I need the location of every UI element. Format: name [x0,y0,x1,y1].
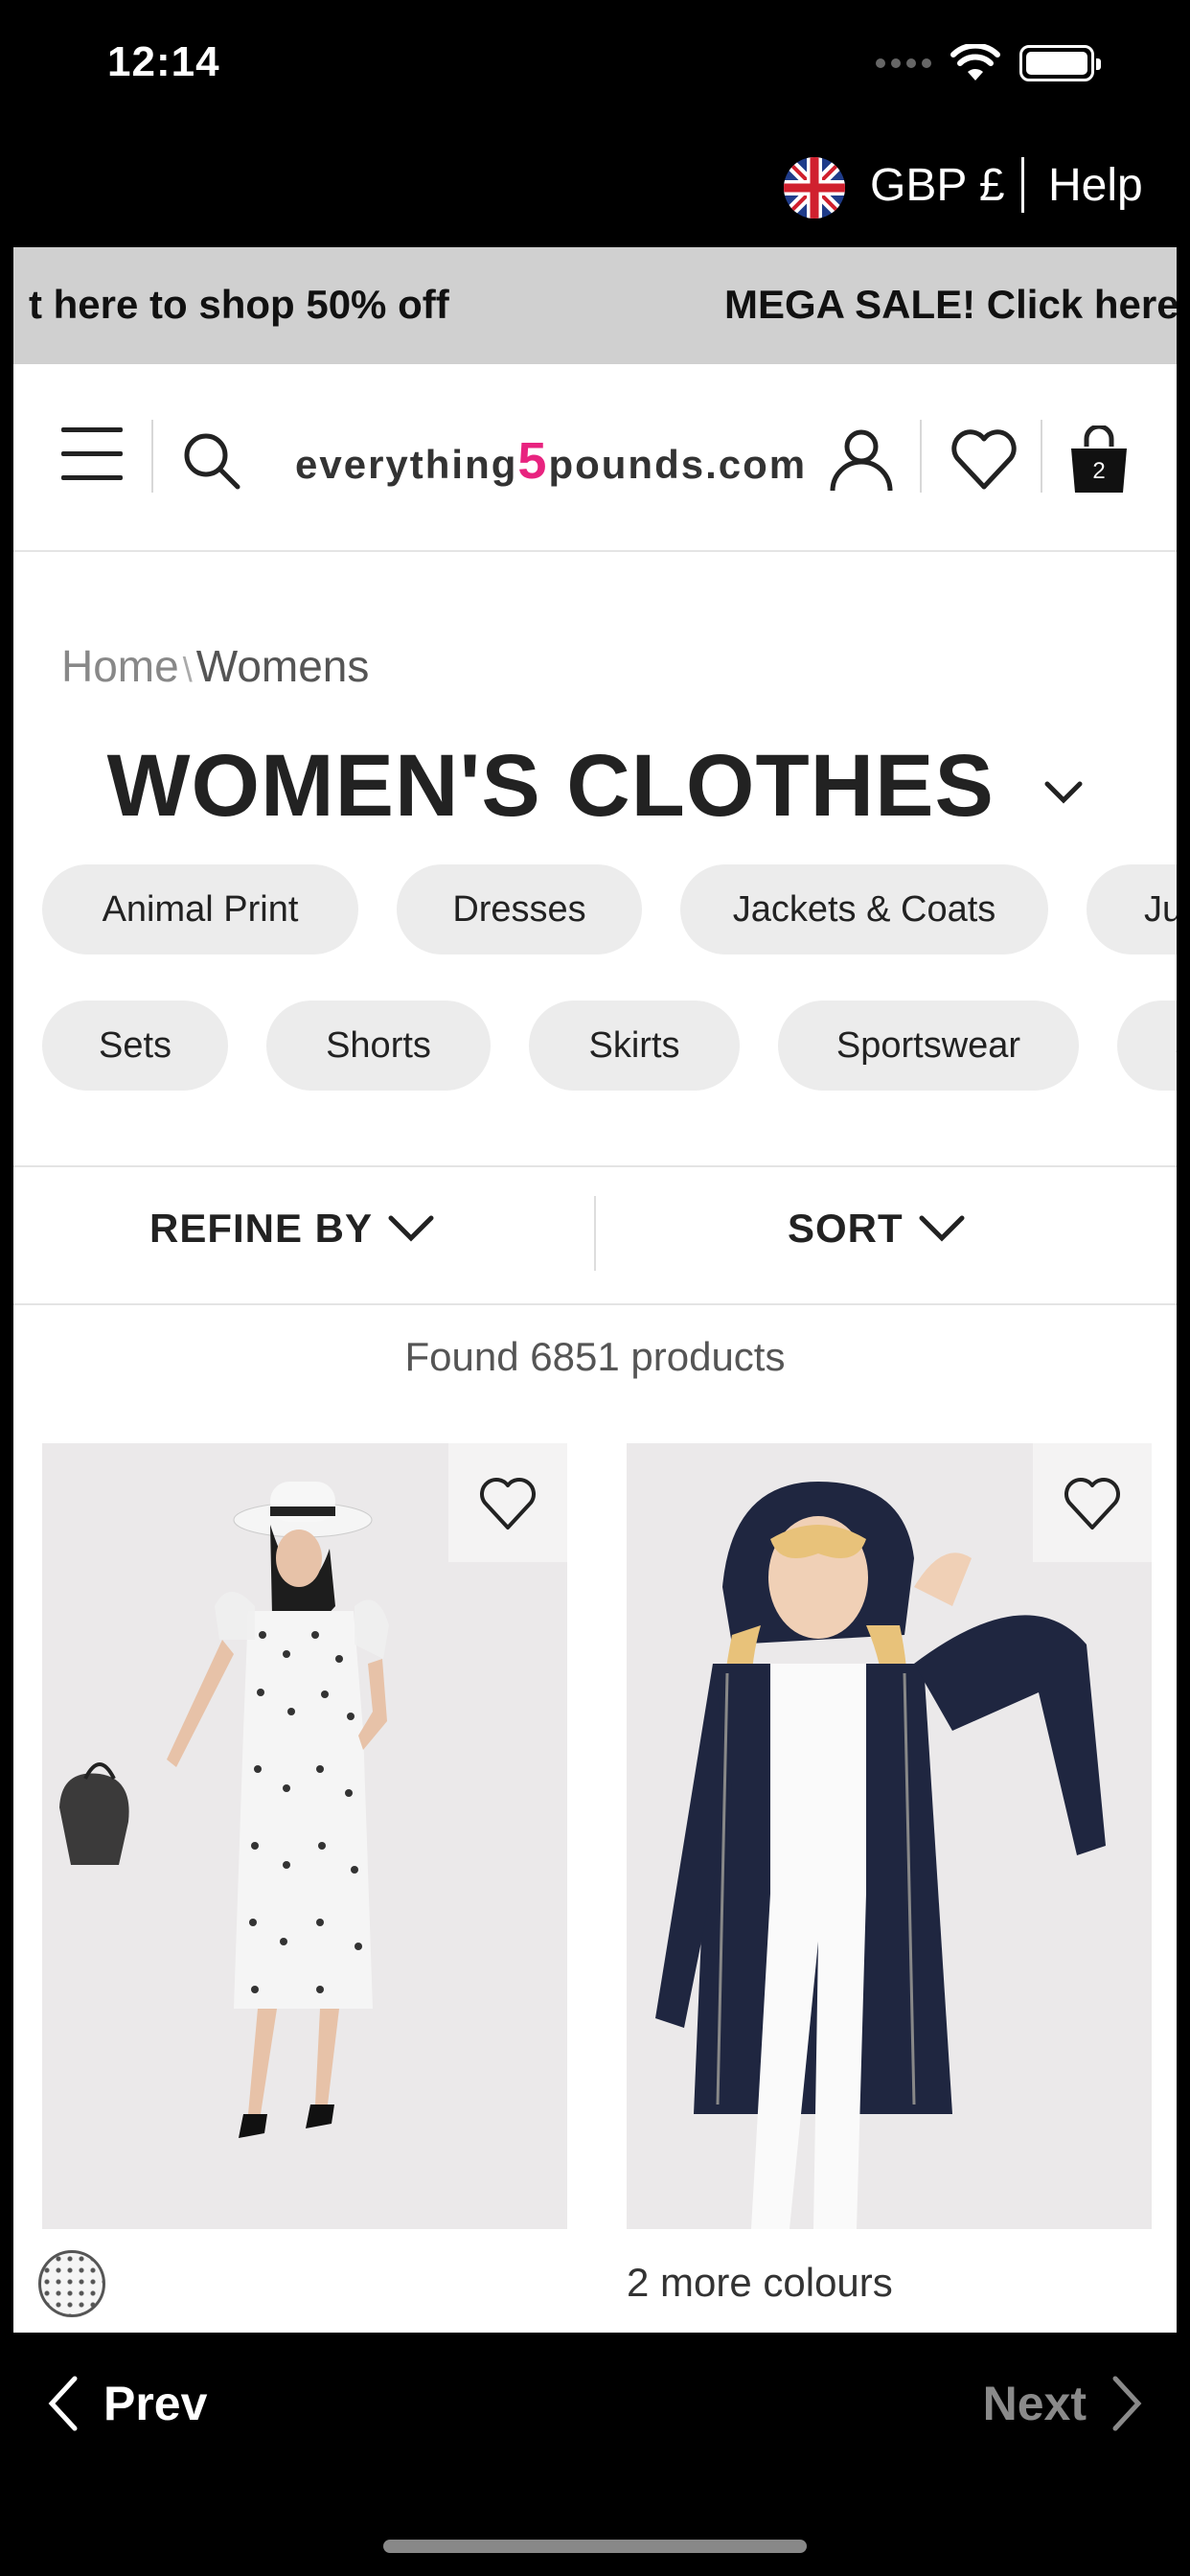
page-title[interactable]: WOMEN'S CLOTHES [13,736,1177,837]
category-chip[interactable]: Jumpsuits [1087,864,1177,954]
uk-flag-icon[interactable] [784,157,845,218]
sort-button[interactable]: SORT [788,1206,965,1252]
product-card[interactable] [42,1443,567,2229]
heart-icon[interactable] [949,424,1019,494]
more-colours-label[interactable]: 2 more colours [627,2260,893,2306]
breadcrumb: Home \Womens [61,640,369,692]
results-count: Found 6851 products [404,1334,786,1379]
breadcrumb-separator: \ [182,650,193,689]
status-time: 12:14 [107,38,220,85]
category-chip[interactable]: Shorts [266,1000,491,1091]
page-title-text: WOMEN'S CLOTHES [106,737,995,835]
menu-icon[interactable] [61,427,123,489]
page-content: t here to shop 50% off MEGA SALE! Click … [13,247,1177,2333]
breadcrumb-current[interactable]: Womens [196,641,370,691]
wishlist-toggle[interactable] [448,1443,567,1562]
site-logo[interactable]: everything5pounds.com [295,431,807,491]
divider [1041,420,1042,493]
chevron-right-icon [1112,2376,1142,2431]
account-icon[interactable] [826,424,897,494]
divider [151,420,153,493]
logo-number: 5 [517,432,549,490]
next-label: Next [982,2377,1087,2430]
category-chips-row: Sets Shorts Skirts Sportswear Sweatshirt… [42,1000,1177,1091]
shopping-bag-icon[interactable]: 2 [1065,424,1133,496]
chevron-down-icon[interactable] [1044,781,1083,804]
divider [920,420,922,493]
top-utility-bar: GBP £ Help [0,144,1190,247]
category-chip[interactable]: Jackets & Coats [680,864,1048,954]
category-chip[interactable]: Sportswear [778,1000,1079,1091]
next-button[interactable]: Next [983,2375,1144,2432]
bag-count-badge: 2 [1092,458,1106,484]
status-icons [876,44,1101,82]
category-chip[interactable]: Skirts [529,1000,740,1091]
category-chip[interactable]: Animal Print [42,864,358,954]
category-chip[interactable]: Dresses [397,864,642,954]
product-card[interactable] [627,1443,1152,2229]
breadcrumb-home[interactable]: Home [61,641,179,691]
refine-label: REFINE BY [149,1206,374,1251]
refine-sort-bar: REFINE BY SORT [13,1165,1177,1305]
logo-text: pounds.com [548,442,808,487]
currency-selector[interactable]: GBP £ [870,159,1005,212]
heart-icon [1064,1478,1120,1530]
divider [594,1196,596,1271]
sort-label: SORT [788,1206,904,1251]
chevron-down-icon [919,1215,965,1242]
search-icon[interactable] [178,427,245,494]
refine-by-button[interactable]: REFINE BY [149,1206,434,1252]
category-chip[interactable]: Sweatshirts [1117,1000,1177,1091]
prev-button[interactable]: Prev [46,2375,207,2432]
wifi-icon [950,44,1000,80]
chevron-down-icon [388,1215,434,1242]
wishlist-toggle[interactable] [1033,1443,1152,1562]
signal-icon [876,58,931,68]
home-indicator[interactable] [383,2540,807,2553]
site-header: everything5pounds.com 2 [13,364,1177,552]
chevron-left-icon [48,2376,78,2431]
promo-text: MEGA SALE! Click here t [724,282,1177,327]
promo-banner[interactable]: t here to shop 50% off MEGA SALE! Click … [13,247,1177,364]
promo-text: t here to shop 50% off [29,282,449,327]
battery-icon [1019,45,1101,81]
category-chips-row: Animal Print Dresses Jackets & Coats Jum… [42,864,1177,954]
divider [1021,157,1024,213]
logo-text: everything [295,442,518,487]
status-bar: 12:14 [0,0,1190,134]
colour-swatch[interactable] [38,2250,105,2317]
help-link[interactable]: Help [1048,159,1143,212]
prev-label: Prev [103,2377,208,2430]
category-chip[interactable]: Sets [42,1000,228,1091]
browser-bottom-nav: Prev Next [0,2333,1190,2576]
heart-icon [480,1478,536,1530]
